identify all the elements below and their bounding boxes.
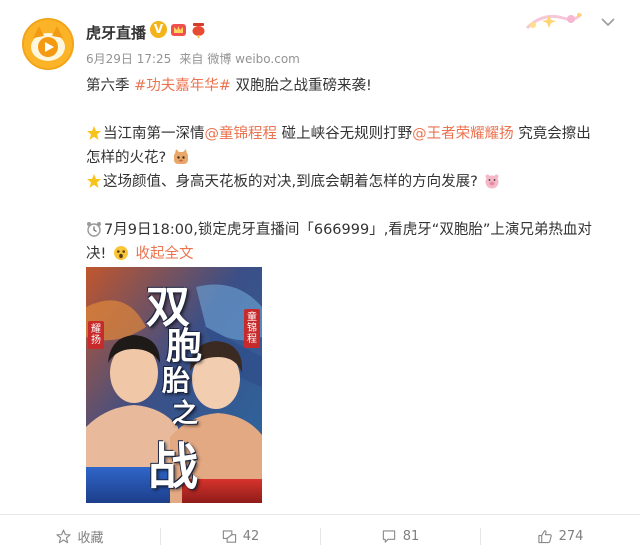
pig-emoji-icon: [485, 174, 499, 189]
star-emoji-icon: [87, 126, 101, 140]
content-line-4: 这场颜值、身高天花板的对决,到底会朝着怎样的方向发展?: [86, 170, 616, 194]
cat-emoji-icon: [173, 149, 188, 164]
comment-count: 81: [402, 529, 420, 544]
poster-name-right: 童锦程: [244, 309, 260, 348]
mention-tongjincheng[interactable]: @童锦程程: [205, 126, 278, 142]
repost-icon: [222, 530, 236, 543]
lantern-badge-icon[interactable]: [190, 21, 207, 38]
content-line-1: 第六季 #功夫嘉年华# 双胞胎之战重磅来袭!: [86, 74, 616, 98]
line5-text: 7月9日18:00,锁定虎牙直播间「666999」,看虎牙“双胞胎”上演兄弟热血…: [104, 222, 592, 238]
source-prefix: 来自: [179, 52, 204, 66]
comment-icon: [382, 530, 395, 543]
line3-text: 怎样的火花?: [86, 150, 167, 166]
author-name[interactable]: 虎牙直播: [86, 22, 146, 43]
mention-yaoyang[interactable]: @王者荣耀耀扬: [412, 126, 514, 142]
star-emoji-icon: [87, 174, 101, 188]
topic-tag[interactable]: #功夫嘉年华#: [134, 78, 231, 94]
poster-title-char: 战: [148, 437, 198, 496]
star-outline-icon: [56, 529, 72, 544]
season-text: 第六季: [86, 78, 135, 94]
line2-text-3: 究竟会擦出: [513, 126, 591, 142]
chevron-down-icon: [601, 18, 615, 27]
line2-text-2: 碰上峡谷无规则打野: [277, 126, 413, 142]
thumbs-up-icon: [537, 530, 552, 544]
crown-badge-icon[interactable]: [170, 21, 187, 38]
author-badges: V: [150, 21, 207, 38]
post-image-poster[interactable]: 双 胞 胎 之 战 耀扬 童锦程: [86, 267, 262, 503]
content-line-3: 怎样的火花?: [86, 146, 616, 170]
poster-title-char: 之: [172, 399, 199, 429]
content-line-6: 决! 收起全文: [86, 242, 616, 266]
like-count: 274: [558, 529, 584, 544]
source-name: 微博 weibo.com: [207, 52, 300, 66]
post-date[interactable]: 6月29日 17:25: [86, 50, 171, 67]
line4-text: 这场颜值、身高天花板的对决,到底会朝着怎样的方向发展?: [103, 174, 478, 190]
decoration-icon: [525, 13, 583, 30]
content-line-5: 7月9日18:00,锁定虎牙直播间「666999」,看虎牙“双胞胎”上演兄弟热血…: [86, 218, 616, 242]
comment-button[interactable]: 81: [320, 515, 480, 558]
huya-logo-icon: [24, 20, 72, 68]
favorite-label: 收藏: [77, 531, 104, 546]
post-meta: 6月29日 17:25 来自 微博 weibo.com: [86, 50, 300, 67]
poster-name-left: 耀扬: [88, 321, 104, 349]
favorite-button[interactable]: 收藏: [0, 515, 160, 558]
repost-button[interactable]: 42: [160, 515, 320, 558]
collapse-text-link[interactable]: 收起全文: [136, 246, 194, 262]
action-bar: 收藏 42 81 274: [0, 515, 640, 558]
verified-badge[interactable]: V: [150, 21, 167, 38]
avatar[interactable]: [22, 18, 74, 70]
alarm-clock-icon: [87, 222, 101, 237]
line6-text: 决!: [86, 246, 107, 262]
headline-text: 双胞胎之战重磅来袭!: [230, 78, 372, 94]
weibo-post-card: 虎牙直播 V 6月29日 17:25 来自 微博 weibo.com 第六季 #…: [0, 0, 640, 558]
like-button[interactable]: 274: [480, 515, 640, 558]
shocked-face-emoji-icon: [113, 246, 128, 260]
line2-text-1: 当江南第一深情: [103, 126, 205, 142]
post-content: 第六季 #功夫嘉年华# 双胞胎之战重磅来袭! 当江南第一深情@童锦程程 碰上峡谷…: [86, 74, 616, 266]
repost-count: 42: [242, 529, 260, 544]
content-line-2: 当江南第一深情@童锦程程 碰上峡谷无规则打野@王者荣耀耀扬 究竟会擦出: [86, 122, 616, 146]
more-options-button[interactable]: [598, 12, 618, 32]
